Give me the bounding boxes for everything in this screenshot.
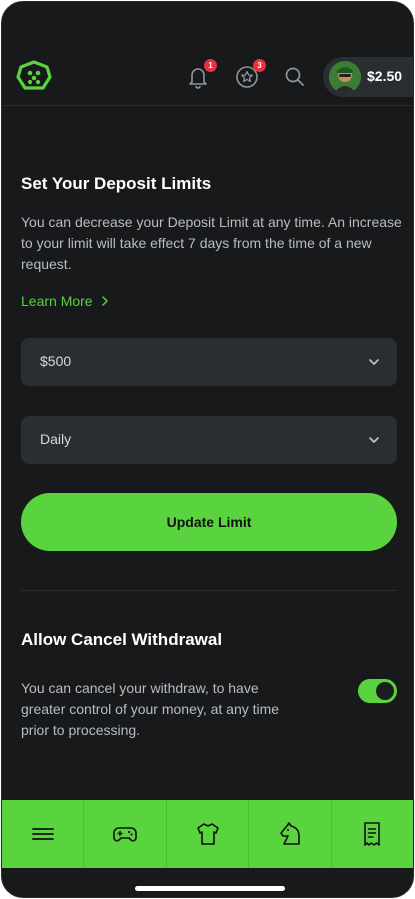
app-screen: 1 3 $2.50 Set Your Deposit Limits You ca…	[1, 1, 414, 898]
dice-shield-logo-icon[interactable]	[16, 60, 52, 92]
nav-games[interactable]	[84, 800, 167, 868]
home-indicator	[135, 886, 285, 891]
search-button[interactable]	[282, 64, 308, 90]
update-limit-button[interactable]: Update Limit	[21, 493, 397, 551]
deposit-limits-title: Set Your Deposit Limits	[21, 174, 212, 193]
cancel-withdrawal-toggle[interactable]	[358, 679, 397, 703]
avatar	[329, 61, 361, 93]
nav-bets[interactable]	[332, 800, 413, 868]
rewards-button[interactable]: 3	[234, 59, 266, 90]
limit-period-select[interactable]: Daily	[21, 416, 397, 464]
cancel-withdrawal-description: You can cancel your withdraw, to have gr…	[21, 680, 280, 738]
limit-amount-value: $500	[40, 353, 72, 369]
search-icon	[285, 67, 304, 86]
rewards-badge: 3	[253, 59, 266, 72]
horse-icon	[280, 822, 300, 845]
cancel-withdrawal-title: Allow Cancel Withdrawal	[21, 630, 223, 649]
deposit-limits-description: You can decrease your Deposit Limit at a…	[21, 214, 402, 272]
limit-amount-select[interactable]: $500	[21, 338, 397, 386]
chevron-down-icon	[369, 437, 379, 443]
top-bar: 1 3 $2.50	[2, 2, 413, 106]
learn-more-link[interactable]: Learn More	[21, 293, 109, 309]
learn-more-label: Learn More	[21, 293, 93, 309]
notifications-button[interactable]: 1	[185, 59, 217, 90]
chevron-down-icon	[369, 359, 379, 365]
notification-badge: 1	[204, 59, 217, 72]
nav-menu[interactable]	[2, 800, 85, 868]
nav-racing[interactable]	[249, 800, 332, 868]
limit-period-value: Daily	[40, 431, 72, 447]
gamepad-icon	[113, 827, 137, 842]
receipt-icon	[364, 822, 381, 846]
toggle-knob	[376, 682, 394, 700]
section-divider	[21, 590, 397, 591]
jersey-icon	[196, 823, 219, 845]
menu-icon	[31, 828, 54, 840]
chevron-right-icon	[101, 296, 108, 306]
wallet-button[interactable]: $2.50	[323, 57, 413, 97]
wallet-balance: $2.50	[367, 68, 403, 84]
bottom-nav	[2, 800, 413, 868]
nav-sports[interactable]	[167, 800, 250, 868]
